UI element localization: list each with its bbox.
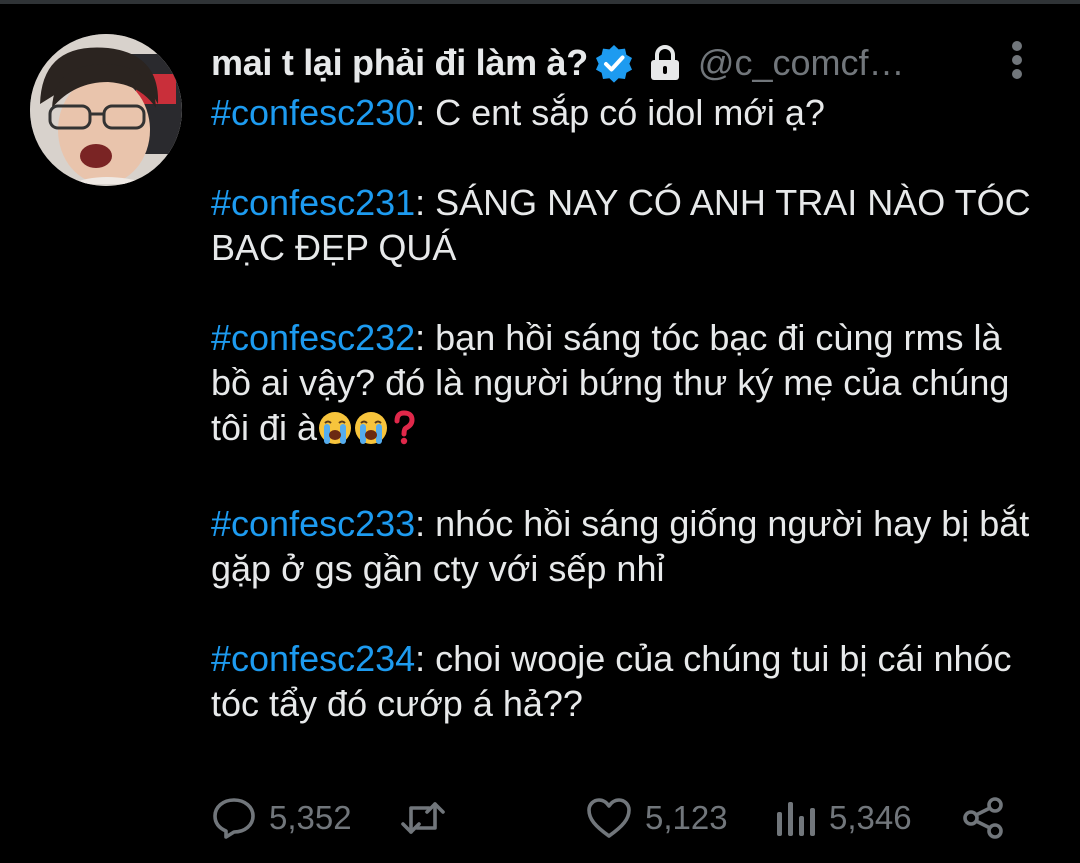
red-question-mark-icon: [389, 410, 419, 456]
verified-badge-icon: [594, 43, 634, 83]
retweet-button[interactable]: [399, 793, 459, 843]
like-count: 5,123: [645, 799, 728, 836]
confession-entry: #confesc230: C ent sắp có idol mới ạ?: [211, 90, 1041, 135]
confession-entry: #confesc231: SÁNG NAY CÓ ANH TRAI NÀO TÓ…: [211, 180, 1041, 270]
lock-icon: [648, 44, 682, 82]
loudly-crying-face-icon: [317, 410, 353, 456]
like-button[interactable]: 5,123: [585, 793, 728, 843]
analytics-icon: [773, 796, 817, 840]
hashtag-link[interactable]: #confesc233: [211, 503, 415, 544]
display-name[interactable]: mai t lại phải đi làm à?: [211, 42, 588, 84]
tweet-card[interactable]: mai t lại phải đi làm à? @c_comcf… #conf…: [0, 0, 1080, 863]
confession-entry: #confesc234: choi wooje của chúng tui bị…: [211, 636, 1041, 726]
confession-entry: #confesc232: bạn hồi sáng tóc bạc đi cùn…: [211, 315, 1041, 456]
hashtag-link[interactable]: #confesc232: [211, 317, 415, 358]
confession-text: : C ent sắp có idol mới ạ?: [415, 92, 825, 133]
tweet-text: #confesc230: C ent sắp có idol mới ạ? #c…: [211, 90, 1041, 726]
heart-icon: [585, 796, 633, 840]
share-icon: [961, 796, 1007, 840]
views-button[interactable]: 5,346: [773, 793, 912, 843]
hashtag-link[interactable]: #confesc231: [211, 182, 415, 223]
views-count: 5,346: [829, 799, 912, 836]
hashtag-link[interactable]: #confesc230: [211, 92, 415, 133]
reply-count: 5,352: [269, 799, 352, 836]
reply-button[interactable]: 5,352: [211, 793, 352, 843]
tweet-header: mai t lại phải đi làm à? @c_comcf…: [211, 38, 1051, 88]
confession-entry: #confesc233: nhóc hồi sáng giống người h…: [211, 501, 1041, 591]
user-handle[interactable]: @c_comcf…: [698, 42, 905, 84]
more-options-icon[interactable]: [1005, 40, 1029, 80]
tweet-actions: 5,352 5,123 5,346: [211, 793, 1041, 843]
hashtag-link[interactable]: #confesc234: [211, 638, 415, 679]
retweet-icon: [399, 798, 447, 838]
share-button[interactable]: [961, 793, 1007, 843]
avatar[interactable]: [30, 34, 182, 186]
loudly-crying-face-icon: [353, 410, 389, 456]
reply-icon: [211, 796, 257, 840]
